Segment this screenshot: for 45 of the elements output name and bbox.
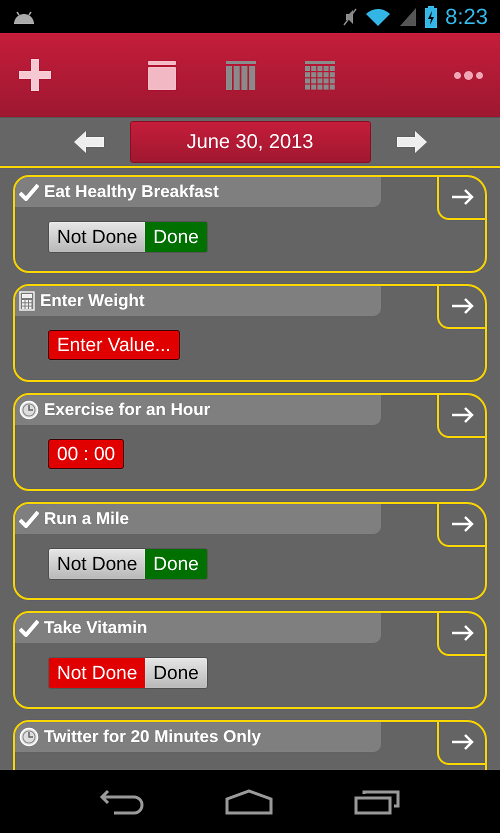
- task-title: Enter Weight: [40, 290, 145, 312]
- day-view-button[interactable]: [145, 58, 179, 92]
- home-button[interactable]: [224, 788, 273, 814]
- enter-value-button[interactable]: Enter Value...: [48, 330, 180, 360]
- task-detail-button[interactable]: [437, 284, 487, 329]
- battery-icon: [425, 6, 438, 28]
- signal-icon: [399, 6, 418, 26]
- task-title: Twitter for 20 Minutes Only: [44, 726, 261, 748]
- task-detail-button[interactable]: [437, 393, 487, 438]
- arrow-right-icon: [451, 624, 475, 640]
- status-toggle[interactable]: Done: [145, 549, 207, 579]
- clock-icon: [19, 727, 39, 747]
- wifi-icon: [365, 6, 392, 26]
- task-title: Exercise for an Hour: [44, 399, 210, 422]
- task-detail-button[interactable]: [437, 611, 487, 656]
- status-toggle[interactable]: Not Done: [49, 222, 146, 252]
- status-toggle[interactable]: Not Done: [49, 549, 146, 579]
- add-button[interactable]: [17, 57, 53, 93]
- check-icon: [19, 619, 39, 637]
- task-detail-button[interactable]: [437, 502, 487, 547]
- check-icon: [19, 183, 39, 201]
- task-detail-button[interactable]: [437, 175, 487, 220]
- date-button[interactable]: June 30, 2013: [130, 121, 370, 163]
- previous-day-button[interactable]: [72, 130, 104, 154]
- recent-apps-button[interactable]: [354, 788, 400, 814]
- arrow-right-icon: [451, 734, 475, 750]
- next-day-button[interactable]: [396, 130, 428, 154]
- clock-icon: [19, 400, 39, 420]
- arrow-right-icon: [451, 188, 475, 204]
- arrow-right-icon: [451, 406, 475, 422]
- back-button[interactable]: [100, 788, 144, 814]
- check-icon: [19, 510, 39, 528]
- status-toggle[interactable]: Not Done: [49, 658, 146, 688]
- task-title: Take Vitamin: [44, 617, 148, 640]
- clock-time: 8:23: [445, 3, 488, 31]
- task-title: Run a Mile: [44, 508, 130, 530]
- timer-button[interactable]: 00 : 00: [48, 439, 124, 469]
- status-toggle[interactable]: Done: [145, 222, 207, 252]
- status-toggle[interactable]: Done: [145, 658, 207, 688]
- muted-icon: [343, 6, 358, 26]
- task-detail-button[interactable]: [437, 720, 487, 765]
- arrow-right-icon: [451, 298, 475, 314]
- calculator-icon: [19, 291, 35, 311]
- arrow-right-icon: [451, 516, 475, 532]
- task-title: Eat Healthy Breakfast: [44, 181, 219, 204]
